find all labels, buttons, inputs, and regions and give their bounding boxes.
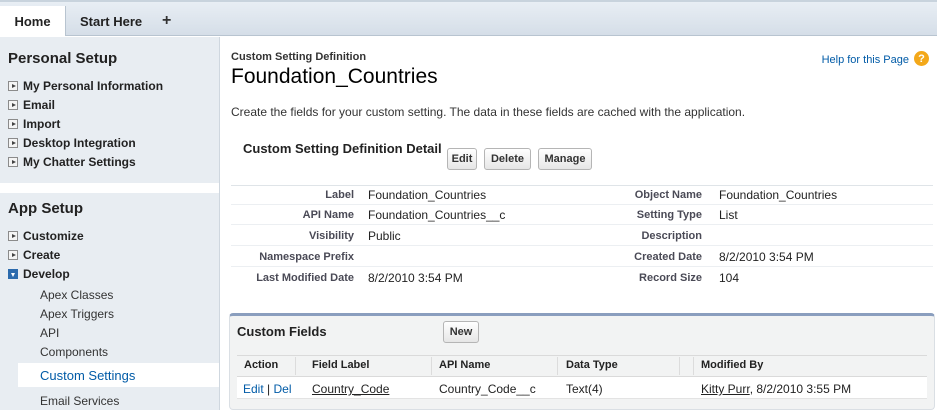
expand-arrow-icon[interactable] — [8, 100, 18, 110]
personal-setup-heading: Personal Setup — [8, 50, 118, 67]
row-actions: Edit | Del — [243, 382, 292, 396]
manage-button[interactable]: Manage — [538, 148, 592, 170]
custom-fields-heading: Custom Fields — [237, 324, 327, 339]
add-tab-icon[interactable]: + — [162, 6, 171, 36]
sidebar-item-custom-settings[interactable]: Custom Settings — [40, 368, 135, 383]
last-modified-date-label: Last Modified Date — [256, 272, 354, 284]
sidebar-item-develop[interactable]: Develop — [8, 267, 70, 281]
tab-home[interactable]: Home — [0, 6, 66, 36]
column-header-api-name[interactable]: API Name — [439, 359, 490, 371]
expand-arrow-icon[interactable] — [8, 81, 18, 91]
column-separator — [431, 357, 432, 375]
created-date-label: Created Date — [634, 251, 702, 263]
sidebar-item-label: Create — [23, 248, 61, 262]
tab-start-here[interactable]: Start Here — [80, 6, 142, 36]
sidebar-item-api[interactable]: API — [40, 326, 59, 340]
delete-field-link[interactable]: Del — [274, 382, 292, 396]
main-content: Custom Setting Definition Foundation_Cou… — [221, 37, 937, 410]
sidebar-item-label: My Personal Information — [23, 79, 164, 93]
api-name-value: Foundation_Countries__c — [368, 208, 506, 222]
sidebar-item-label: My Chatter Settings — [23, 155, 136, 169]
sidebar-item-label: Import — [23, 117, 61, 131]
detail-section-heading: Custom Setting Definition Detail — [243, 141, 442, 156]
column-header-data-type[interactable]: Data Type — [566, 359, 618, 371]
sidebar-item-label: Desktop Integration — [23, 136, 136, 150]
label-field-label: Label — [325, 189, 354, 201]
sidebar-item-desktop-integration[interactable]: Desktop Integration — [8, 136, 136, 150]
modified-by-user-link[interactable]: Kitty Purr — [701, 382, 750, 396]
row-divider — [231, 266, 933, 267]
action-separator: | — [267, 382, 271, 396]
expand-arrow-icon[interactable] — [8, 231, 18, 241]
field-label-link[interactable]: Country_Code — [312, 382, 389, 396]
row-divider — [231, 245, 933, 246]
column-header-field-label[interactable]: Field Label — [312, 359, 369, 371]
column-separator — [557, 357, 558, 375]
column-separator — [693, 357, 694, 375]
sidebar-item-my-chatter-settings[interactable]: My Chatter Settings — [8, 155, 136, 169]
page-description: Create the fields for your custom settin… — [231, 105, 746, 119]
detail-divider — [231, 185, 933, 186]
column-header-modified-by[interactable]: Modified By — [701, 359, 763, 371]
sidebar-item-apex-classes[interactable]: Apex Classes — [40, 288, 113, 302]
sidebar-item-create[interactable]: Create — [8, 248, 60, 262]
field-api-name: Country_Code__c — [439, 382, 536, 396]
expand-arrow-icon[interactable] — [8, 119, 18, 129]
label-field-value: Foundation_Countries — [368, 188, 487, 202]
setting-type-value: List — [719, 208, 738, 222]
expand-arrow-icon[interactable] — [8, 138, 18, 148]
object-name-value: Foundation_Countries — [719, 188, 838, 202]
column-separator — [295, 357, 296, 375]
setting-type-label: Setting Type — [636, 209, 702, 221]
help-icon[interactable]: ? — [914, 51, 929, 66]
modified-date: , 8/2/2010 3:55 PM — [749, 382, 852, 396]
sidebar-item-customize[interactable]: Customize — [8, 229, 84, 243]
sidebar-divider — [0, 183, 219, 193]
sidebar-item-email-services[interactable]: Email Services — [40, 394, 119, 408]
sidebar-item-label: Email — [23, 98, 56, 112]
tab-bar: Home Start Here + — [0, 0, 937, 36]
breadcrumb: Custom Setting Definition — [231, 51, 367, 63]
last-modified-date-value: 8/2/2010 3:54 PM — [368, 271, 463, 285]
column-separator — [679, 357, 680, 375]
sidebar-item-email[interactable]: Email — [8, 98, 55, 112]
field-modified-by: Kitty Purr, 8/2/2010 3:55 PM — [701, 382, 851, 396]
edit-field-link[interactable]: Edit — [243, 382, 264, 396]
sidebar-item-label: Customize — [23, 229, 84, 243]
visibility-label: Visibility — [308, 230, 354, 242]
row-divider — [231, 224, 933, 225]
record-size-label: Record Size — [639, 272, 702, 284]
created-date-value: 8/2/2010 3:54 PM — [719, 250, 814, 264]
help-for-this-page-link[interactable]: Help for this Page — [822, 54, 909, 66]
sidebar-item-import[interactable]: Import — [8, 117, 60, 131]
row-divider — [231, 204, 933, 205]
new-field-button[interactable]: New — [443, 321, 479, 343]
sidebar-item-components[interactable]: Components — [40, 345, 108, 359]
field-data-type: Text(4) — [566, 382, 603, 396]
description-label: Description — [641, 230, 702, 242]
record-size-value: 104 — [719, 271, 740, 285]
object-name-label: Object Name — [634, 189, 702, 201]
delete-button[interactable]: Delete — [484, 148, 531, 170]
column-header-action: Action — [244, 359, 279, 371]
api-name-label: API Name — [302, 209, 354, 221]
expand-arrow-icon[interactable] — [8, 250, 18, 260]
app-setup-heading: App Setup — [8, 200, 83, 217]
sidebar-item-apex-triggers[interactable]: Apex Triggers — [40, 307, 114, 321]
sidebar-item-my-personal-information[interactable]: My Personal Information — [8, 79, 163, 93]
expand-arrow-icon[interactable] — [8, 157, 18, 167]
visibility-value: Public — [368, 229, 401, 243]
setup-sidebar: Personal Setup My Personal Information E… — [0, 37, 220, 410]
edit-button[interactable]: Edit — [447, 148, 477, 170]
collapse-arrow-icon[interactable] — [8, 269, 18, 279]
page-title: Foundation_Countries — [231, 65, 438, 88]
namespace-prefix-label: Namespace Prefix — [259, 251, 354, 263]
sidebar-item-label: Develop — [23, 267, 70, 281]
